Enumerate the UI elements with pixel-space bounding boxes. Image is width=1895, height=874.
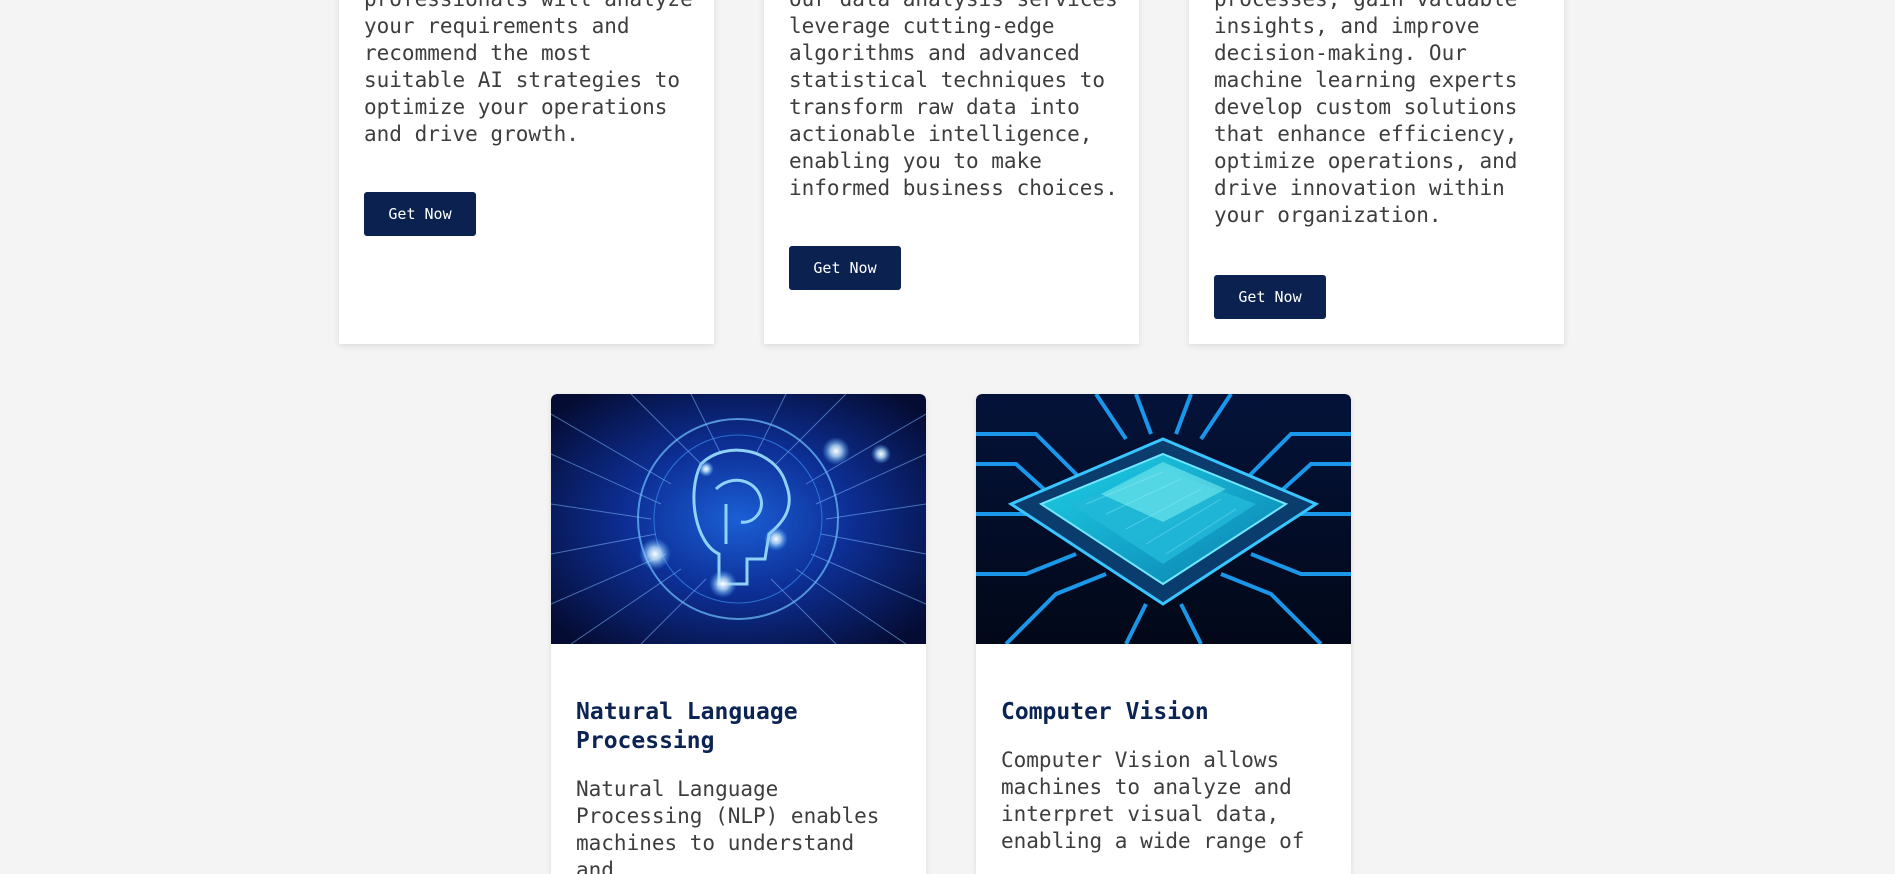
service-card-ai-consulting: professionals will analyze your requirem… — [339, 0, 714, 344]
brain-circuit-image — [551, 394, 926, 644]
microchip-image — [976, 394, 1351, 644]
card-description: processes, gain valuable insights, and i… — [1214, 0, 1518, 227]
get-now-button[interactable]: Get Now — [1214, 275, 1326, 319]
card-title: Computer Vision — [1001, 699, 1209, 725]
card-description: professionals will analyze your requirem… — [364, 0, 693, 146]
card-description: Natural Language Processing (NLP) enable… — [576, 777, 880, 874]
get-now-button[interactable]: Get Now — [789, 246, 901, 290]
card-description: Computer Vision allows machines to analy… — [1001, 748, 1305, 853]
get-now-button[interactable]: Get Now — [364, 192, 476, 236]
service-card-data-analysis: our data analysis services leverage cutt… — [764, 0, 1139, 344]
service-card-computer-vision: Computer Vision Computer Vision allows m… — [976, 394, 1351, 874]
service-card-nlp: Natural Language Processing Natural Lang… — [551, 394, 926, 874]
card-title: Natural Language Processing — [576, 699, 798, 754]
service-card-machine-learning: processes, gain valuable insights, and i… — [1189, 0, 1564, 344]
card-description: our data analysis services leverage cutt… — [789, 0, 1118, 200]
